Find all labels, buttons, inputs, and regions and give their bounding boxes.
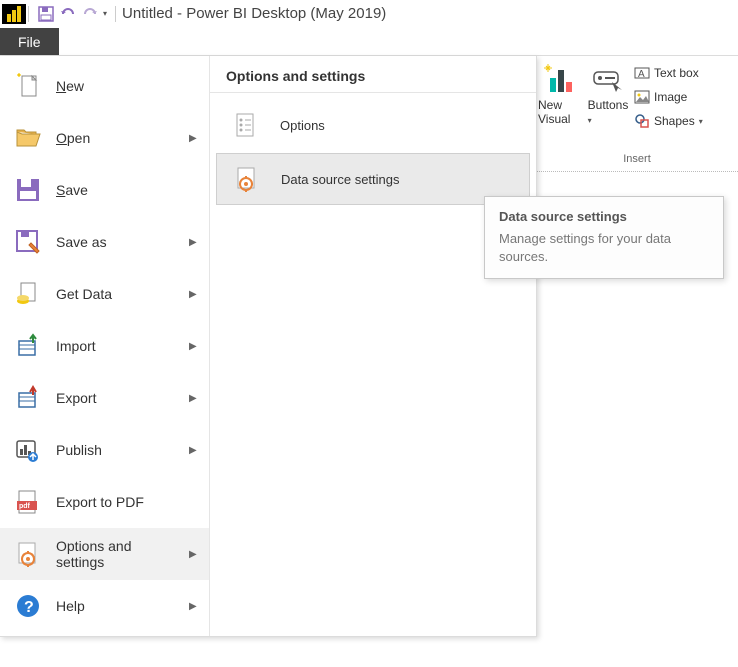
tooltip-title: Data source settings [499, 209, 709, 224]
submenu-data-source-settings[interactable]: Data source settings [216, 153, 530, 205]
tooltip: Data source settings Manage settings for… [484, 196, 724, 279]
save-as-icon [14, 228, 42, 256]
backstage-menu: New Open ▶ Save Save as ▶ Ge [0, 56, 537, 637]
image-label: Image [654, 90, 687, 104]
get-data-icon [14, 280, 42, 308]
text-box-button[interactable]: A Text box [632, 62, 701, 84]
menu-label: Import [56, 338, 175, 354]
image-button[interactable]: Image [632, 86, 689, 108]
data-source-icon [233, 165, 261, 193]
quick-access-toolbar: ▾ [31, 5, 113, 23]
menu-label: Help [56, 598, 175, 614]
chevron-right-icon: ▶ [189, 601, 199, 612]
import-icon [14, 332, 42, 360]
backstage-submenu: Options and settings Options Data source… [210, 56, 536, 636]
export-icon [14, 384, 42, 412]
window-title: Untitled - Power BI Desktop (May 2019) [122, 5, 386, 22]
menu-publish[interactable]: Publish ▶ [0, 424, 209, 476]
chevron-right-icon: ▶ [189, 341, 199, 352]
chevron-right-icon: ▶ [189, 549, 199, 560]
button-icon [592, 64, 624, 96]
file-tab[interactable]: File [0, 28, 59, 55]
svg-text:?: ? [24, 599, 34, 616]
buttons-label: Buttons▾ [588, 98, 629, 128]
menu-get-data[interactable]: Get Data ▶ [0, 268, 209, 320]
chevron-right-icon: ▶ [189, 133, 199, 144]
menu-new[interactable]: New [0, 60, 209, 112]
gear-icon [14, 540, 42, 568]
menu-label: Open [56, 130, 175, 146]
menu-import[interactable]: Import ▶ [0, 320, 209, 372]
menu-label: Export [56, 390, 175, 406]
shapes-icon [634, 113, 650, 129]
svg-text:pdf: pdf [19, 503, 31, 510]
menu-label: Options and settings [56, 538, 175, 570]
menu-help[interactable]: ? Help ▶ [0, 580, 209, 632]
dropdown-icon: ▾ [699, 117, 703, 126]
chevron-right-icon: ▶ [189, 445, 199, 456]
menu-open[interactable]: Open ▶ [0, 112, 209, 164]
save-icon [14, 176, 42, 204]
text-box-icon: A [634, 65, 650, 81]
menu-save[interactable]: Save [0, 164, 209, 216]
backstage-primary-list: New Open ▶ Save Save as ▶ Ge [0, 56, 210, 636]
options-icon [232, 111, 260, 139]
separator [28, 6, 29, 22]
menu-export-pdf[interactable]: pdf Export to PDF [0, 476, 209, 528]
separator [115, 6, 116, 22]
publish-icon [14, 436, 42, 464]
ribbon-tabs: File [0, 28, 738, 56]
shapes-label: Shapes [654, 114, 695, 128]
svg-text:A: A [638, 69, 645, 80]
app-icon [2, 4, 26, 24]
help-icon: ? [14, 592, 42, 620]
menu-options-settings[interactable]: Options and settings ▶ [0, 528, 209, 580]
menu-label: Publish [56, 442, 175, 458]
menu-save-as[interactable]: Save as ▶ [0, 216, 209, 268]
submenu-label: Options [280, 118, 325, 133]
new-visual-label: New Visual [538, 98, 582, 126]
menu-export[interactable]: Export ▶ [0, 372, 209, 424]
shapes-button[interactable]: Shapes ▾ [632, 110, 705, 132]
ribbon-group-label: Insert [536, 153, 738, 169]
chevron-right-icon: ▶ [189, 289, 199, 300]
undo-icon[interactable] [59, 5, 77, 23]
menu-label: Export to PDF [56, 494, 199, 510]
save-icon[interactable] [37, 5, 55, 23]
pdf-icon: pdf [14, 488, 42, 516]
chevron-right-icon: ▶ [189, 237, 199, 248]
chevron-right-icon: ▶ [189, 393, 199, 404]
menu-label: Save [56, 182, 199, 198]
tooltip-desc: Manage settings for your data sources. [499, 230, 709, 266]
ribbon-insert-group: New Visual Buttons▾ A Text box [536, 56, 738, 172]
menu-label: Get Data [56, 286, 175, 302]
qat-dropdown-icon[interactable]: ▾ [103, 9, 107, 18]
chart-icon [544, 64, 576, 96]
menu-label: Save as [56, 234, 175, 250]
submenu-label: Data source settings [281, 172, 400, 187]
new-file-icon [14, 72, 42, 100]
submenu-options[interactable]: Options [216, 99, 530, 151]
open-folder-icon [14, 124, 42, 152]
image-icon [634, 89, 650, 105]
text-box-label: Text box [654, 66, 699, 80]
titlebar: ▾ Untitled - Power BI Desktop (May 2019) [0, 0, 738, 28]
buttons-button[interactable]: Buttons▾ [584, 62, 632, 130]
menu-label: New [56, 78, 199, 94]
redo-icon[interactable] [81, 5, 99, 23]
new-visual-button[interactable]: New Visual [536, 62, 584, 128]
submenu-header: Options and settings [210, 56, 536, 93]
